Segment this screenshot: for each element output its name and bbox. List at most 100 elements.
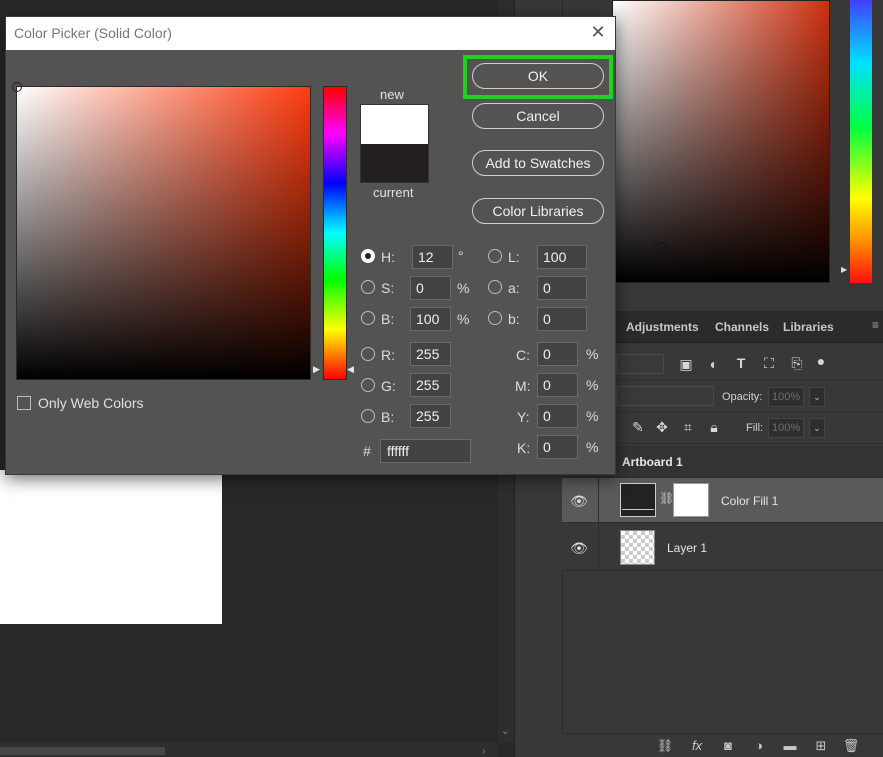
- blend-mode-select[interactable]: [616, 386, 714, 406]
- blue-field[interactable]: 255: [410, 404, 451, 428]
- ok-button[interactable]: OK: [472, 63, 604, 89]
- saturation-unit: %: [457, 280, 470, 296]
- dialog-title: Color Picker (Solid Color): [14, 25, 172, 41]
- yellow-field[interactable]: 0: [537, 404, 578, 428]
- layer-style-fx-icon[interactable]: fx: [686, 738, 708, 753]
- mask-link-icon[interactable]: ⛓: [659, 491, 674, 505]
- hue-slider-left-arrow-icon[interactable]: ▶: [313, 364, 320, 375]
- lab-a-radio[interactable]: [488, 280, 502, 294]
- saturation-field[interactable]: 0: [410, 276, 451, 300]
- layer-mask-thumbnail[interactable]: [673, 483, 709, 517]
- lab-b-radio[interactable]: [488, 311, 502, 325]
- current-color-label: current: [373, 185, 414, 200]
- new-color-swatch[interactable]: [360, 104, 429, 144]
- lab-a-field[interactable]: 0: [537, 276, 587, 300]
- lab-b-field[interactable]: 0: [537, 307, 587, 331]
- green-field[interactable]: 255: [410, 373, 451, 397]
- black-field[interactable]: 0: [537, 435, 578, 459]
- layer-name-color-fill[interactable]: Color Fill 1: [721, 494, 778, 508]
- opacity-label: Opacity:: [722, 391, 763, 403]
- scroll-right-arrow-icon[interactable]: ›: [482, 746, 485, 757]
- color-panel-hue-slider[interactable]: [850, 0, 872, 283]
- color-field-cursor[interactable]: [12, 82, 22, 92]
- add-to-swatches-button[interactable]: Add to Swatches: [472, 150, 604, 176]
- artboard-nesting-icon[interactable]: ⌗: [678, 419, 698, 436]
- hue-field[interactable]: 12: [412, 245, 453, 269]
- saturation-radio[interactable]: [361, 280, 375, 294]
- layer-row-layer-1[interactable]: [562, 523, 883, 571]
- hex-field[interactable]: ffffff: [380, 439, 471, 463]
- eye-column-divider: [598, 478, 599, 571]
- shape-filter-icon[interactable]: ⛶: [759, 355, 779, 372]
- brightness-field[interactable]: 100: [410, 307, 451, 331]
- horizontal-scrollbar-thumb[interactable]: [0, 747, 165, 755]
- tab-libraries[interactable]: Libraries: [775, 311, 842, 343]
- lab-l-label: L:: [508, 249, 520, 265]
- new-adjustment-layer-icon[interactable]: ◑: [748, 738, 770, 753]
- new-color-label: new: [380, 87, 404, 102]
- color-panel-cursor[interactable]: [655, 242, 667, 254]
- hue-radio[interactable]: [361, 249, 375, 263]
- new-layer-icon[interactable]: ⊞: [810, 738, 832, 754]
- color-panel-hue-marker-icon[interactable]: ▶: [841, 265, 847, 274]
- color-libraries-button[interactable]: Color Libraries: [472, 198, 604, 224]
- blue-radio[interactable]: [361, 409, 375, 423]
- tab-adjustments[interactable]: Adjustments: [618, 311, 707, 343]
- black-label: K:: [517, 440, 531, 456]
- new-group-folder-icon[interactable]: ▬: [779, 738, 801, 753]
- lock-position-icon[interactable]: ✥: [652, 419, 672, 436]
- document-artboard-preview: [0, 470, 222, 624]
- type-filter-icon[interactable]: T: [731, 355, 751, 371]
- cyan-unit: %: [586, 346, 599, 362]
- close-icon[interactable]: ✕: [588, 21, 608, 43]
- yellow-label: Y:: [517, 409, 530, 425]
- filter-toggle-icon[interactable]: ●: [811, 353, 831, 369]
- only-web-colors-checkbox[interactable]: [17, 396, 31, 410]
- hue-label: H:: [381, 249, 395, 265]
- add-mask-icon[interactable]: ◙: [717, 738, 739, 753]
- delete-layer-trash-icon[interactable]: 🗑︎: [840, 738, 862, 754]
- magenta-unit: %: [586, 377, 599, 393]
- image-filter-icon[interactable]: ▣: [676, 356, 696, 373]
- fill-thumbnail-indicator: [622, 509, 654, 512]
- tab-channels[interactable]: Channels: [707, 311, 777, 343]
- panel-menu-icon[interactable]: ≡: [872, 318, 879, 332]
- layer-1-thumbnail[interactable]: [620, 530, 655, 565]
- fill-label: Fill:: [746, 422, 764, 434]
- hex-label: #: [363, 443, 371, 459]
- magenta-field[interactable]: 0: [537, 373, 578, 397]
- artboard-name: Artboard 1: [622, 455, 683, 469]
- black-unit: %: [586, 439, 599, 455]
- adjustment-filter-icon[interactable]: ◐: [704, 356, 724, 372]
- current-color-swatch[interactable]: [360, 144, 429, 183]
- hue-unit: °: [458, 248, 464, 264]
- only-web-colors-label[interactable]: Only Web Colors: [38, 395, 144, 411]
- opacity-field[interactable]: 100%: [768, 387, 804, 407]
- green-radio[interactable]: [361, 378, 375, 392]
- saturation-label: S:: [381, 280, 395, 296]
- link-layers-icon[interactable]: ⛓: [654, 738, 676, 754]
- color-panel-field[interactable]: [612, 0, 830, 283]
- scroll-down-arrow-icon[interactable]: ⌄: [501, 726, 509, 737]
- smart-object-filter-icon[interactable]: ⎘: [787, 355, 807, 372]
- cyan-field[interactable]: 0: [537, 342, 578, 366]
- fill-field[interactable]: 100%: [768, 418, 804, 438]
- hue-slider[interactable]: [323, 86, 347, 380]
- saturation-brightness-field[interactable]: [16, 86, 311, 380]
- visibility-eye-icon[interactable]: 👁︎: [570, 493, 588, 510]
- hue-slider-right-arrow-icon[interactable]: ◀: [347, 364, 354, 375]
- fill-dropdown-icon[interactable]: ⌄: [809, 418, 825, 438]
- visibility-eye-icon[interactable]: 👁︎: [570, 540, 588, 557]
- lab-l-field[interactable]: 100: [537, 245, 587, 269]
- lab-l-radio[interactable]: [488, 249, 502, 263]
- red-field[interactable]: 255: [410, 342, 451, 366]
- red-label: R:: [381, 347, 395, 363]
- lock-pixels-icon[interactable]: ✎: [628, 419, 648, 436]
- opacity-dropdown-icon[interactable]: ⌄: [809, 387, 825, 407]
- layer-kind-select[interactable]: [616, 354, 664, 374]
- cancel-button[interactable]: Cancel: [472, 103, 604, 129]
- red-radio[interactable]: [361, 347, 375, 361]
- brightness-radio[interactable]: [361, 311, 375, 325]
- layer-name-layer-1[interactable]: Layer 1: [667, 541, 707, 555]
- lock-all-icon[interactable]: 🔒︎: [704, 419, 724, 436]
